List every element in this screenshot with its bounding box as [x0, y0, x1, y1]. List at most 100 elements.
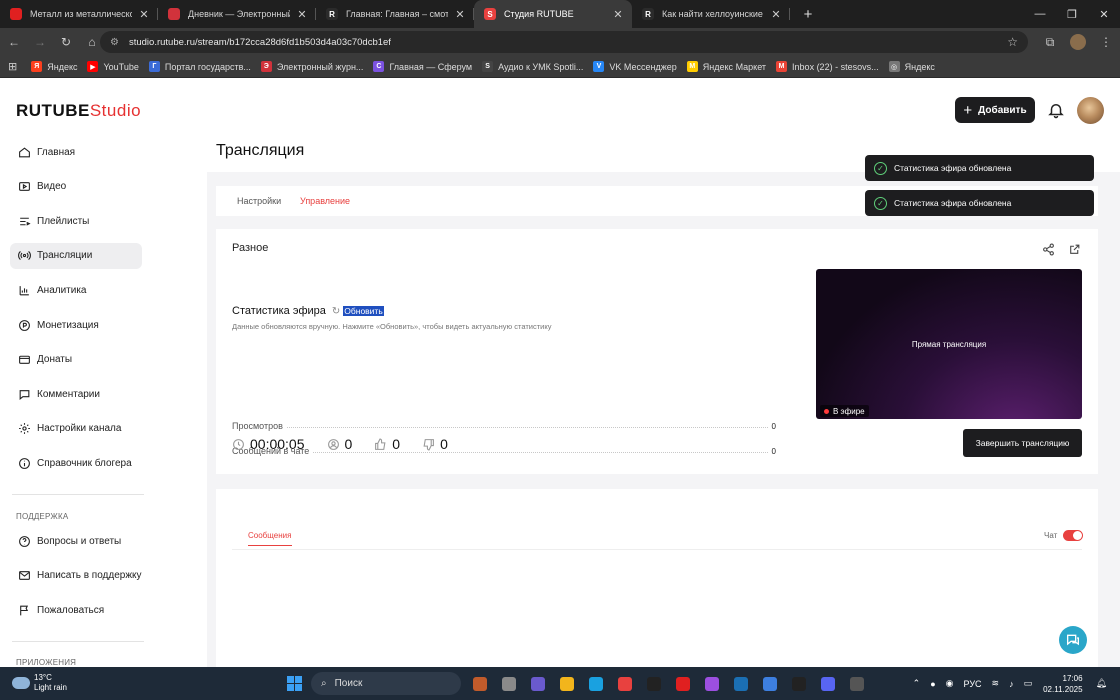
clock[interactable]: 17:06 02.11.2025: [1043, 673, 1082, 695]
sidebar-item-analytics[interactable]: Аналитика: [10, 277, 142, 303]
taskbar-app-icon[interactable]: [523, 673, 552, 694]
sidebar-item-comments[interactable]: Комментарии: [10, 381, 142, 407]
taskbar-app-icon[interactable]: [552, 673, 581, 694]
sidebar-item-faq[interactable]: Вопросы и ответы: [10, 528, 142, 554]
bookmark-item[interactable]: Я Яндекс: [31, 61, 77, 72]
taskbar-app-icon[interactable]: [465, 673, 494, 694]
sidebar-item-video[interactable]: Видео: [10, 174, 142, 200]
taskbar-app-icon[interactable]: [494, 673, 523, 694]
sidebar-item-report[interactable]: Пожаловаться: [10, 597, 142, 623]
sidebar-item-blogger-guide[interactable]: Справочник блогера: [10, 450, 142, 476]
taskbar-app-icon[interactable]: [784, 673, 813, 694]
battery-icon[interactable]: ▭: [1024, 678, 1033, 689]
sidebar-item-channel-settings[interactable]: Настройки канала: [10, 416, 142, 442]
add-button[interactable]: + Добавить: [955, 97, 1035, 123]
back-icon[interactable]: ←: [2, 30, 26, 54]
close-tab-icon[interactable]: ✕: [138, 8, 150, 21]
system-tray: ⌃ ● ◉ РУС ≋ ♪ ▭ 17:06 02.11.2025 🔔︎: [908, 667, 1112, 700]
url-input[interactable]: ⚙ studio.rutube.ru/stream/b172cca28d6fd1…: [100, 31, 1028, 53]
toast-notification: ✓ Статистика эфира обновлена: [865, 190, 1094, 216]
reload-icon[interactable]: ↻: [54, 30, 78, 54]
toast-notification: ✓ Статистика эфира обновлена: [865, 155, 1094, 181]
sidebar-item-contact-support[interactable]: Написать в поддержку: [10, 563, 142, 589]
sidebar-item-playlists[interactable]: Плейлисты: [10, 208, 142, 234]
external-link-icon[interactable]: [1068, 243, 1081, 256]
close-tab-icon[interactable]: ✕: [296, 8, 308, 21]
end-stream-button[interactable]: Завершить трансляцию: [963, 429, 1082, 457]
sidebar-item-streams[interactable]: Трансляции: [10, 242, 142, 269]
taskbar-app-icon[interactable]: [610, 673, 639, 694]
forward-icon[interactable]: →: [28, 30, 52, 54]
tab-messages[interactable]: Сообщения: [248, 531, 291, 540]
playlist-icon: [16, 213, 32, 229]
share-icon[interactable]: [1042, 243, 1055, 256]
maximize-icon[interactable]: ❐: [1056, 0, 1088, 28]
close-tab-icon[interactable]: ✕: [770, 8, 782, 21]
avatar[interactable]: [1077, 97, 1104, 124]
metric-viewers: 0: [327, 436, 352, 452]
chevron-up-icon[interactable]: ⌃: [913, 678, 921, 689]
bookmark-item[interactable]: Г Портал государств...: [148, 61, 251, 72]
bookmark-item[interactable]: ◎ Яндекс: [888, 61, 935, 72]
tray-app-icon[interactable]: ◉: [946, 678, 954, 689]
live-badge: В эфире: [820, 405, 869, 417]
chat-toggle-label: Чат: [1044, 531, 1058, 540]
taskbar-search[interactable]: ⌕ Поиск: [311, 672, 461, 695]
volume-icon[interactable]: ♪: [1009, 679, 1014, 689]
extensions-icon[interactable]: ⧉: [1036, 35, 1064, 50]
close-tab-icon[interactable]: ✕: [454, 8, 466, 21]
bookmark-item[interactable]: М Яндекс Маркет: [686, 61, 766, 72]
taskbar-app-icon[interactable]: [726, 673, 755, 694]
site-info-icon[interactable]: ⚙: [110, 37, 119, 48]
refresh-button[interactable]: Обновить: [343, 306, 384, 316]
browser-tab[interactable]: Металл из металлического по ✕: [0, 0, 158, 28]
taskbar-app-icon[interactable]: [755, 673, 784, 694]
sidebar-item-donations[interactable]: Донаты: [10, 347, 142, 373]
refresh-icon[interactable]: ↻: [332, 306, 340, 317]
close-window-icon[interactable]: ✕: [1088, 0, 1120, 28]
taskbar-app-icon[interactable]: [842, 673, 871, 694]
weather-widget[interactable]: 13°C Light rain: [12, 673, 67, 693]
menu-icon[interactable]: ⋮: [1092, 35, 1120, 49]
bookmark-favicon-icon: M: [776, 61, 788, 72]
minimize-icon[interactable]: —: [1024, 0, 1056, 28]
profile-icon[interactable]: [1064, 34, 1092, 50]
help-chat-button[interactable]: [1059, 626, 1087, 654]
toggle-knob: [1073, 531, 1082, 540]
close-tab-icon[interactable]: ✕: [612, 8, 624, 21]
sidebar-item-monetization[interactable]: Монетизация: [10, 312, 142, 338]
windows-start-icon[interactable]: [287, 676, 302, 691]
new-tab-button[interactable]: +: [796, 2, 820, 26]
bookmark-favicon-icon: V: [593, 61, 605, 72]
question-icon: [16, 533, 32, 549]
bookmark-item[interactable]: С Главная — Сферум: [373, 61, 472, 72]
bell-icon[interactable]: [1047, 101, 1065, 119]
tab-settings[interactable]: Настройки: [237, 196, 281, 206]
wifi-icon[interactable]: ≋: [992, 678, 1000, 689]
bookmark-star-icon[interactable]: ☆: [1007, 35, 1018, 49]
taskbar-app-icon[interactable]: [813, 673, 842, 694]
taskbar-app-icon[interactable]: [697, 673, 726, 694]
sidebar-item-label: Написать в поддержку: [37, 570, 142, 582]
bookmark-item[interactable]: S Аудио к УМК Spotli...: [482, 61, 583, 72]
taskbar-app-icon[interactable]: [668, 673, 697, 694]
notification-bell-icon[interactable]: 🔔︎: [1096, 678, 1107, 689]
tab-management[interactable]: Управление: [300, 196, 350, 206]
taskbar-app-icon[interactable]: [581, 673, 610, 694]
browser-tab[interactable]: R Главная: Главная – смотреть о ✕: [316, 0, 474, 28]
taskbar-app-icon[interactable]: [639, 673, 668, 694]
browser-tab[interactable]: Дневник — Электронный жур ✕: [158, 0, 316, 28]
language-indicator[interactable]: РУС: [964, 679, 982, 689]
chat-toggle[interactable]: [1063, 530, 1083, 541]
stream-preview[interactable]: Прямая трансляция В эфире: [816, 269, 1082, 419]
sidebar-item-home[interactable]: Главная: [10, 139, 142, 165]
tray-app-icon[interactable]: ●: [930, 679, 935, 689]
browser-tab[interactable]: S Студия RUTUBE ✕: [474, 0, 632, 28]
bookmark-item[interactable]: Э Электронный журн...: [260, 61, 363, 72]
bookmark-item[interactable]: V VK Мессенджер: [593, 61, 677, 72]
browser-tab[interactable]: R Как найти хеллоуинские пред ✕: [632, 0, 790, 28]
rutube-studio-logo[interactable]: RUTUBEStudio: [16, 101, 141, 121]
apps-grid-icon[interactable]: ⊞: [8, 60, 17, 73]
bookmark-item[interactable]: M Inbox (22) - stesovs...: [776, 61, 879, 72]
bookmark-item[interactable]: ▶ YouTube: [87, 61, 139, 72]
